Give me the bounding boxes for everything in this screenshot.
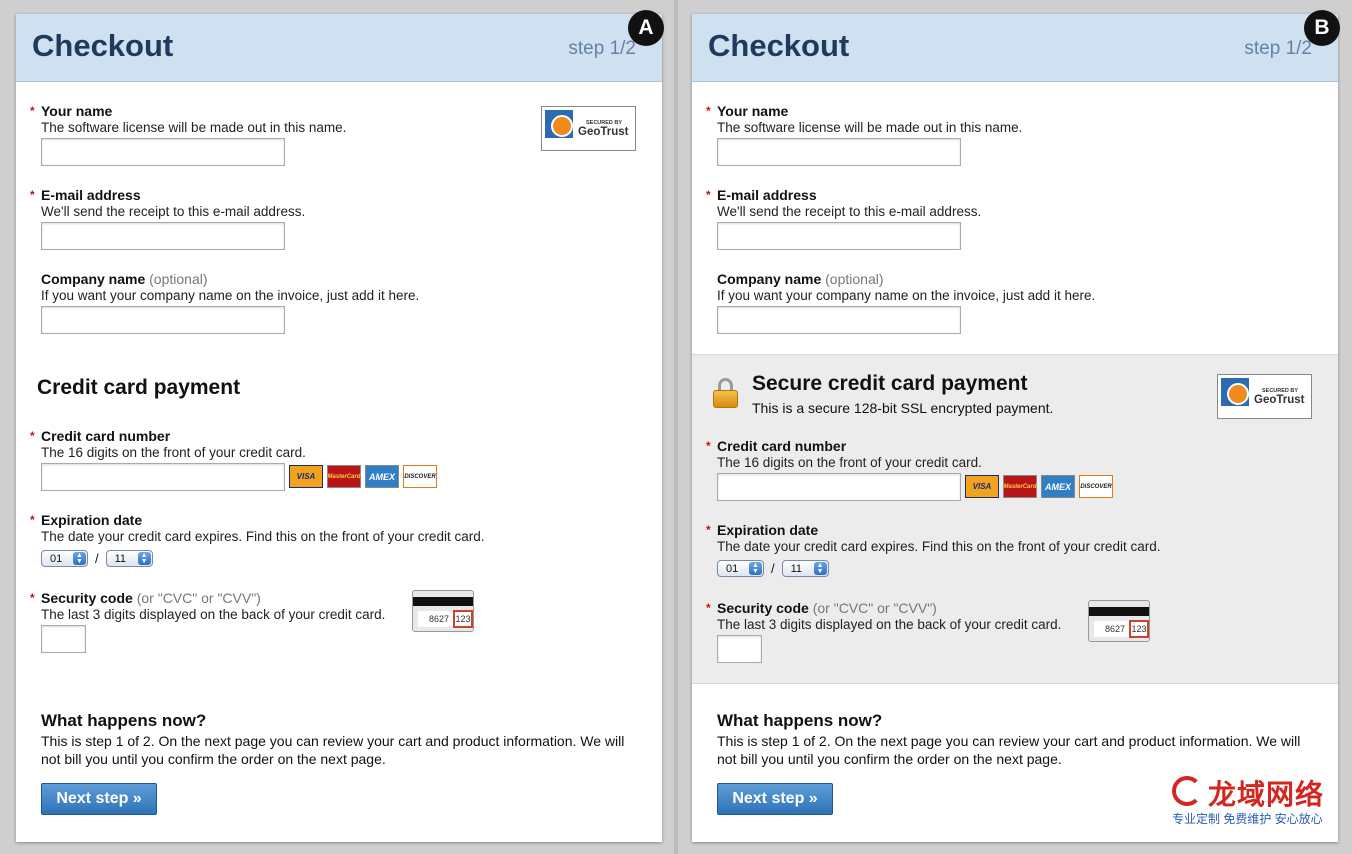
expiration-label: Expiration date [41,512,143,528]
section-title: Secure credit card payment [752,372,1028,395]
exp-month-select[interactable]: 01 ▲ ▼ [717,560,764,577]
exp-year-select[interactable]: 11 ▲ ▼ [781,560,829,577]
security-code-input[interactable] [717,635,762,663]
required-marker: * [30,429,35,443]
discover-icon: DISCOVER [1079,475,1113,498]
variant-badge-a: A [628,10,664,46]
watermark-logo: 龙域网络 专业定制 免费维护 安心放心 [1170,772,1346,832]
page-title: Checkout [32,28,174,63]
company-label: Company name (optional) [717,271,884,287]
company-label: Company name (optional) [41,271,208,287]
required-marker: * [30,104,35,118]
security-code-label: Security code (or "CVC" or "CVV") [717,600,937,616]
visa-icon: VISA [289,465,323,488]
page-title: Checkout [708,28,850,63]
amex-icon: AMEX [1041,475,1075,498]
visa-icon: VISA [965,475,999,498]
your-name-help: The software license will be made out in… [717,120,1023,135]
step-indicator: step 1/2 [1244,38,1312,59]
amex-icon: AMEX [365,465,399,488]
geotrust-seal[interactable]: SECURED BY GeoTrust [541,106,636,151]
cc-number-input[interactable] [717,473,961,501]
card-logos: VISA MasterCard AMEX DISCOVER [289,465,437,488]
next-step-button[interactable]: Next step » [41,783,157,815]
email-help: We'll send the receipt to this e-mail ad… [41,204,306,219]
email-label: E-mail address [41,187,141,203]
security-code-help: The last 3 digits displayed on the back … [717,617,1062,632]
watermark-text: 龙域网络 [1208,779,1325,810]
your-name-label: Your name [717,103,789,119]
company-help: If you want your company name on the inv… [717,288,1096,303]
mastercard-icon: MasterCard [327,465,361,488]
company-input[interactable] [717,306,961,334]
your-name-input[interactable] [717,138,961,166]
your-name-label: Your name [41,103,113,119]
checkout-panel-a: Checkout step 1/2 SECURED BY GeoTrust * … [16,14,662,842]
email-input[interactable] [41,222,285,250]
exp-year-select[interactable]: 11 ▲ ▼ [105,550,153,567]
email-input[interactable] [717,222,961,250]
required-marker: * [706,439,711,453]
required-marker: * [30,513,35,527]
expiration-selects: 01 ▲ ▼ / 11 ▲ ▼ [41,550,153,567]
padlock-icon [713,378,738,408]
company-help: If you want your company name on the inv… [41,288,420,303]
email-help: We'll send the receipt to this e-mail ad… [717,204,982,219]
what-happens-title: What happens now? [717,711,883,730]
email-label: E-mail address [717,187,817,203]
required-marker: * [706,188,711,202]
required-marker: * [30,591,35,605]
cc-number-label: Credit card number [41,428,171,444]
required-marker: * [706,104,711,118]
secure-payment-section: Secure credit card payment This is a sec… [692,354,1338,684]
checkout-header: Checkout step 1/2 [16,14,662,82]
mastercard-icon: MasterCard [1003,475,1037,498]
cc-number-label: Credit card number [717,438,847,454]
what-happens-title: What happens now? [41,711,207,730]
discover-icon: DISCOVER [403,465,437,488]
required-marker: * [706,523,711,537]
card-logos: VISA MasterCard AMEX DISCOVER [965,475,1113,498]
cvv-card-icon: 8627 123 [412,590,474,632]
expiration-help: The date your credit card expires. Find … [717,539,1161,554]
expiration-selects: 01 ▲ ▼ / 11 ▲ ▼ [717,560,829,577]
your-name-help: The software license will be made out in… [41,120,347,135]
select-arrows-icon: ▲ ▼ [749,562,762,575]
secure-payment-help: This is a secure 128-bit SSL encrypted p… [752,400,1054,416]
checkout-panel-b: Checkout step 1/2 * Your name The softwa… [692,14,1338,842]
section-title: Credit card payment [37,376,241,399]
security-code-label: Security code (or "CVC" or "CVV") [41,590,261,606]
required-marker: * [30,188,35,202]
company-input[interactable] [41,306,285,334]
step-indicator: step 1/2 [568,38,636,59]
security-code-input[interactable] [41,625,86,653]
cvv-card-icon: 8627 123 [1088,600,1150,642]
select-arrows-icon: ▲ ▼ [73,552,86,565]
select-arrows-icon: ▲ ▼ [137,552,151,565]
what-happens-text: This is step 1 of 2. On the next page yo… [717,733,1301,767]
exp-month-select[interactable]: 01 ▲ ▼ [41,550,88,567]
variant-badge-b: B [1304,10,1340,46]
panel-divider [674,0,678,854]
watermark-subtext: 专业定制 免费维护 安心放心 [1172,812,1323,826]
cc-number-help: The 16 digits on the front of your credi… [41,445,306,460]
geotrust-seal[interactable]: SECURED BY GeoTrust [1217,374,1312,419]
your-name-input[interactable] [41,138,285,166]
cc-number-input[interactable] [41,463,285,491]
required-marker: * [706,601,711,615]
what-happens-text: This is step 1 of 2. On the next page yo… [41,733,625,767]
checkout-header: Checkout step 1/2 [692,14,1338,82]
next-step-button[interactable]: Next step » [717,783,833,815]
select-arrows-icon: ▲ ▼ [813,562,827,575]
expiration-label: Expiration date [717,522,819,538]
expiration-help: The date your credit card expires. Find … [41,529,485,544]
security-code-help: The last 3 digits displayed on the back … [41,607,386,622]
cc-number-help: The 16 digits on the front of your credi… [717,455,982,470]
watermark-ring-icon [1172,776,1202,806]
